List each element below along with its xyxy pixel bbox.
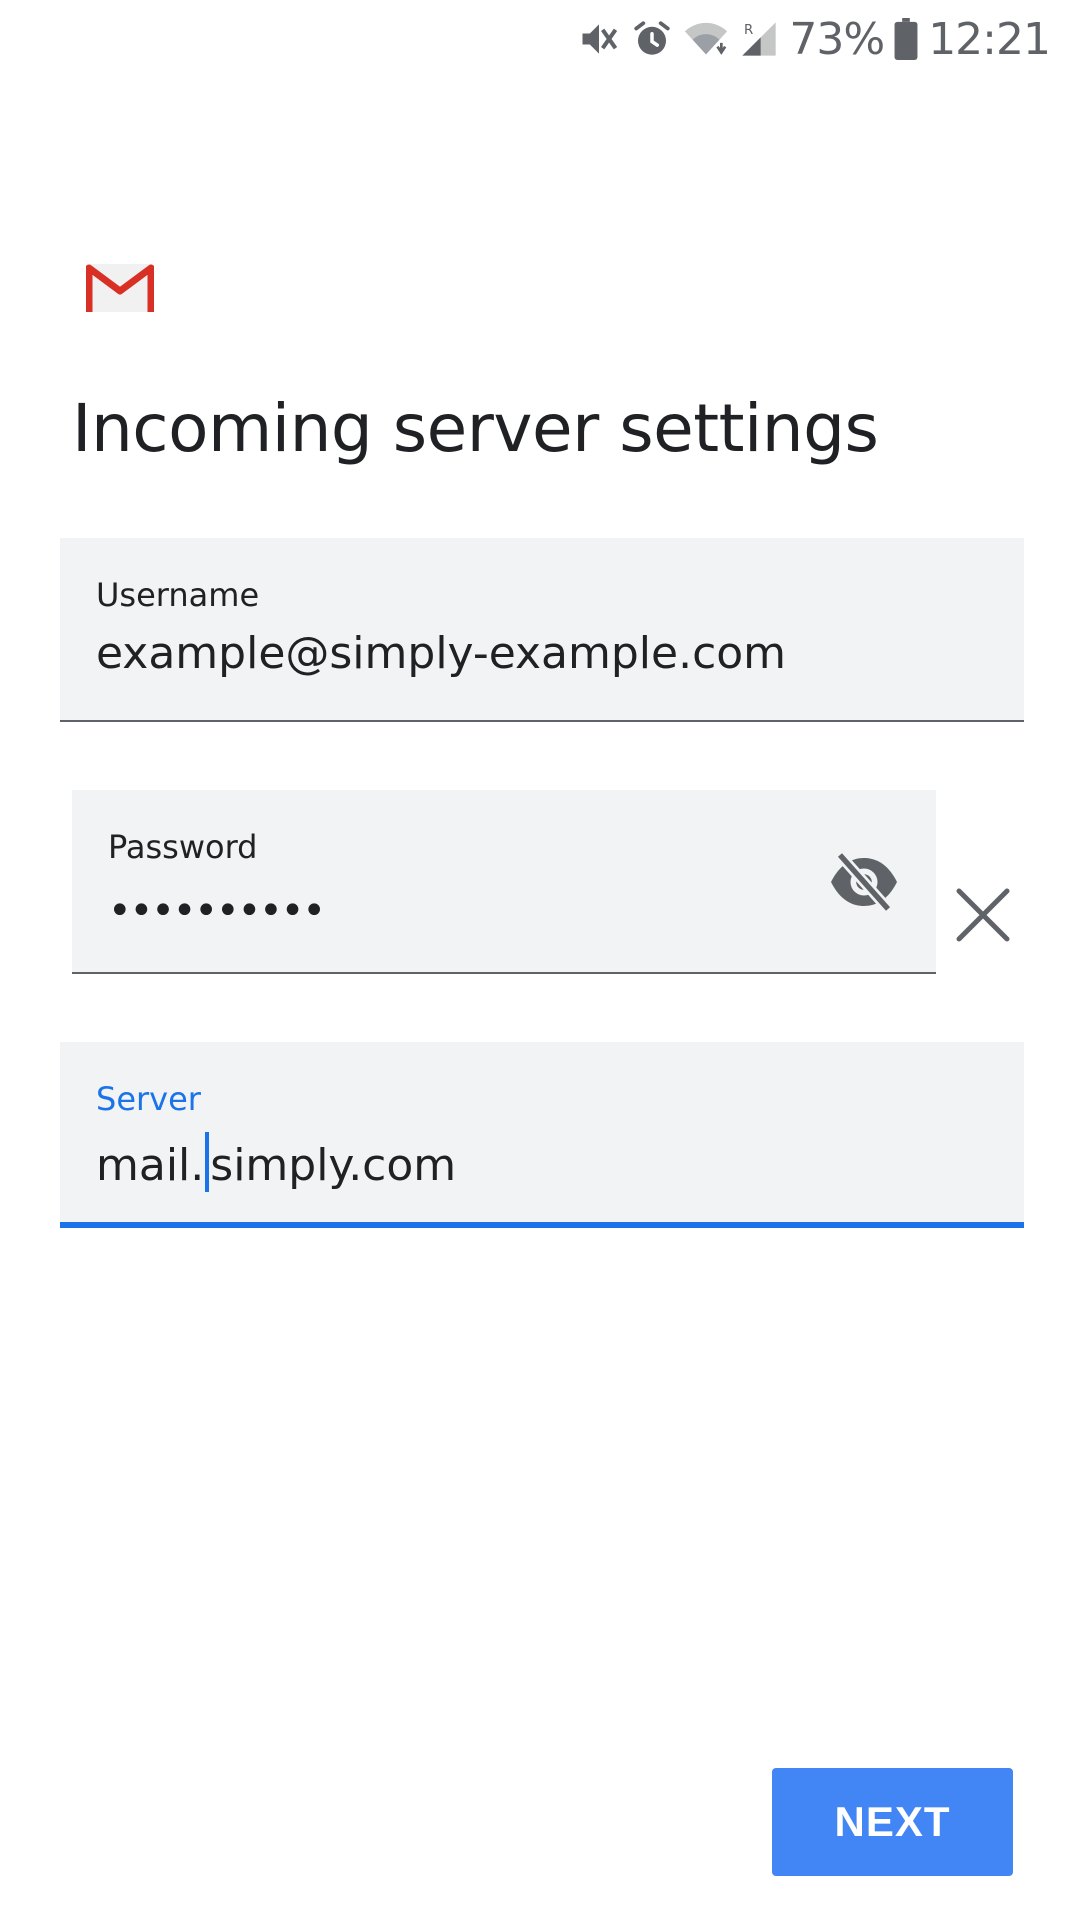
page-title: Incoming server settings xyxy=(72,390,879,467)
svg-text:R: R xyxy=(744,23,753,38)
server-value-before-cursor: mail. xyxy=(96,1140,205,1191)
close-icon[interactable] xyxy=(954,886,1012,944)
server-label: Server xyxy=(96,1080,201,1118)
gmail-icon xyxy=(85,262,155,314)
username-field[interactable]: Username example@simply-example.com xyxy=(60,538,1024,722)
password-field[interactable]: Password •••••••••• xyxy=(72,790,936,974)
next-button[interactable]: NEXT xyxy=(772,1768,1013,1876)
password-value[interactable]: •••••••••• xyxy=(108,888,326,934)
visibility-off-icon[interactable] xyxy=(828,851,900,913)
server-value[interactable]: mail. simply.com xyxy=(96,1132,456,1192)
signal-icon: R xyxy=(739,19,779,59)
clock: 12:21 xyxy=(928,13,1051,65)
text-cursor xyxy=(205,1132,210,1192)
mute-icon xyxy=(577,17,621,61)
wifi-icon xyxy=(683,19,729,59)
password-label: Password xyxy=(108,828,258,866)
server-value-after-cursor: simply.com xyxy=(210,1140,457,1191)
username-label: Username xyxy=(96,576,260,614)
screen: R 73% 12:21 Incoming server settings Use… xyxy=(0,0,1080,1920)
server-field[interactable]: Server mail. simply.com xyxy=(60,1042,1024,1228)
username-value[interactable]: example@simply-example.com xyxy=(96,628,786,679)
alarm-icon xyxy=(631,18,673,60)
battery-icon xyxy=(894,18,918,60)
status-bar: R 73% 12:21 xyxy=(577,0,1051,78)
battery-percent: 73% xyxy=(789,13,885,65)
